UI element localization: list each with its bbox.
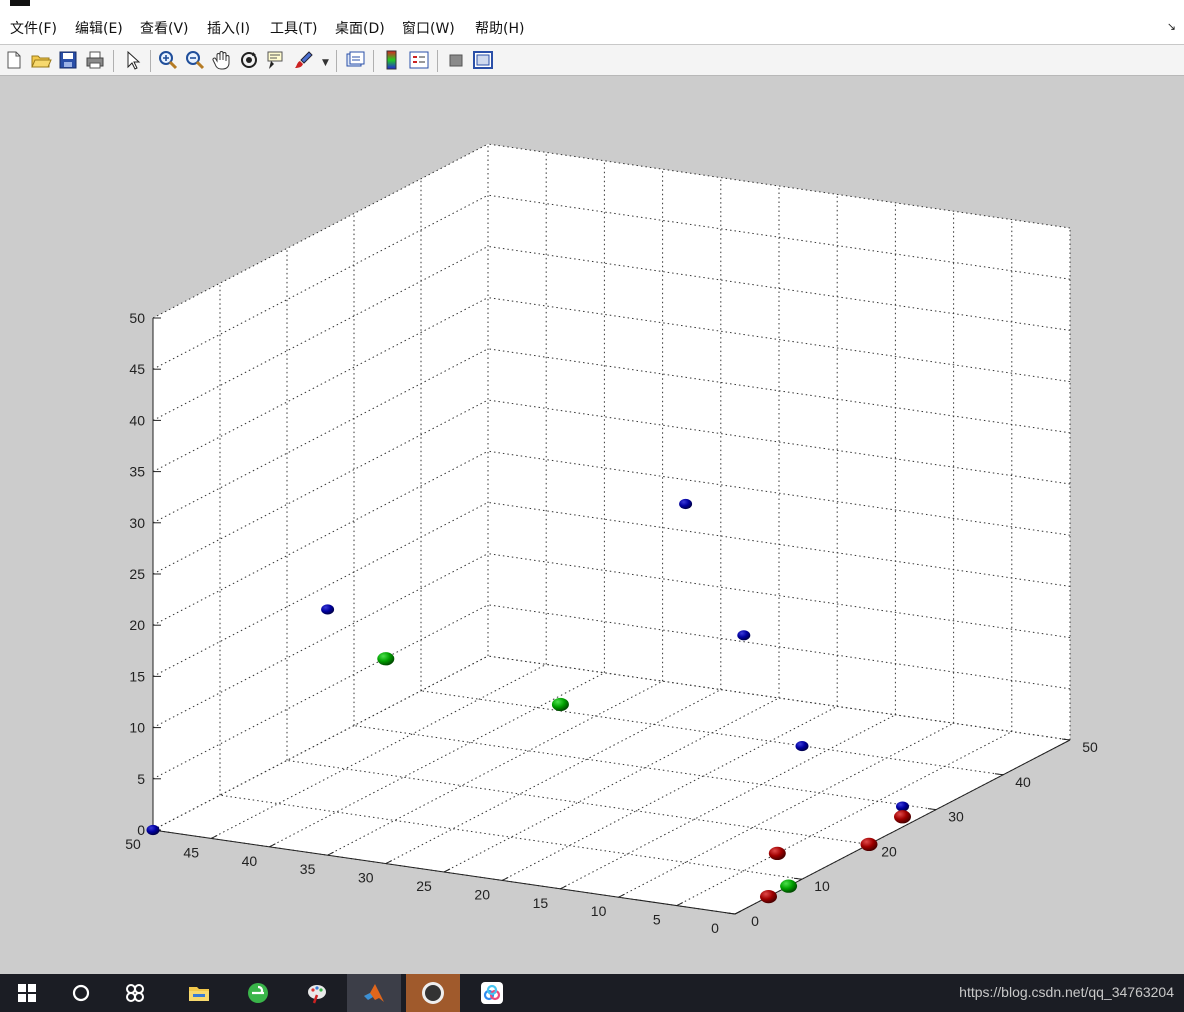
scatter-point — [760, 889, 777, 904]
y-tick-label: 40 — [1015, 774, 1031, 790]
toolbar-separator — [437, 50, 438, 72]
x-tick-label: 5 — [653, 912, 661, 928]
z-tick-label: 50 — [129, 310, 145, 326]
z-tick-label: 5 — [137, 771, 145, 787]
toolbar-separator — [113, 50, 114, 72]
hide-plot-tools-icon[interactable] — [445, 49, 467, 71]
scatter-point — [377, 652, 395, 666]
scatter-point — [737, 630, 751, 641]
z-tick-label: 40 — [129, 412, 145, 428]
axes-3d[interactable]: 0 5 10 15 20 25 30 35 40 45 50 0 5 10 15 20 25 30 35 40 45 50… — [0, 76, 1184, 974]
toolbar-separator — [336, 50, 337, 72]
brush-dropdown-icon[interactable]: ▼ — [322, 58, 329, 68]
menu-bar: 文件(F) 编辑(E) 查看(V) 插入(I) 工具(T) 桌面(D) 窗口(W… — [0, 10, 1184, 44]
x-tick-label: 30 — [358, 870, 374, 886]
menu-window[interactable]: 窗口(W) — [402, 18, 455, 38]
menu-help[interactable]: 帮助(H) — [475, 18, 524, 38]
z-tick-label: 45 — [129, 361, 145, 377]
browser-icon[interactable] — [231, 974, 285, 1012]
baidu-netdisk-icon[interactable] — [465, 974, 519, 1012]
user-avatar-icon[interactable] — [406, 974, 460, 1012]
x-tick-label: 35 — [300, 861, 316, 877]
x-tick-label: 20 — [474, 886, 490, 902]
x-tick-label: 0 — [711, 920, 719, 936]
scatter-point — [321, 604, 335, 615]
menu-file[interactable]: 文件(F) — [10, 18, 57, 38]
y-tick-label: 20 — [881, 843, 897, 859]
x-tick-label: 50 — [125, 836, 141, 852]
scatter-point — [679, 498, 693, 510]
scatter-point — [896, 801, 909, 812]
show-plot-tools-icon[interactable] — [472, 49, 494, 71]
task-view-icon[interactable] — [108, 974, 162, 1012]
legend-icon[interactable] — [408, 49, 430, 71]
y-tick-label: 30 — [948, 809, 964, 825]
figure-window-icon — [10, 0, 30, 6]
z-tick-label: 10 — [129, 720, 145, 736]
x-tick-label: 40 — [242, 853, 258, 869]
print-icon[interactable] — [84, 49, 106, 71]
toolbar-separator — [150, 50, 151, 72]
colorbar-icon[interactable] — [381, 49, 403, 71]
x-tick-label: 15 — [533, 895, 549, 911]
pan-hand-icon[interactable] — [211, 49, 233, 71]
figure-canvas[interactable]: 0 5 10 15 20 25 30 35 40 45 50 0 5 10 15 20 25 30 35 40 45 50… — [0, 76, 1184, 974]
file-explorer-icon[interactable] — [172, 974, 226, 1012]
figure-toolbar: ▼ — [0, 44, 1184, 76]
x-tick-label: 25 — [416, 878, 432, 894]
menu-tools[interactable]: 工具(T) — [270, 18, 317, 38]
scatter-point — [768, 846, 786, 861]
z-tick-label: 15 — [129, 668, 145, 684]
rotate-3d-icon[interactable] — [238, 49, 260, 71]
watermark-url: https://blog.csdn.net/qq_34763204 — [959, 984, 1174, 1000]
brush-icon[interactable] — [293, 49, 315, 71]
z-tick-label: 20 — [129, 617, 145, 633]
scatter-point — [860, 837, 878, 852]
z-tick-label: 25 — [129, 566, 145, 582]
menu-desktop[interactable]: 桌面(D) — [335, 18, 385, 38]
toolbar-separator — [373, 50, 374, 72]
z-tick-label: 30 — [129, 515, 145, 531]
new-figure-icon[interactable] — [3, 49, 25, 71]
zoom-out-icon[interactable] — [184, 49, 206, 71]
link-plot-icon[interactable] — [344, 49, 366, 71]
zoom-in-icon[interactable] — [157, 49, 179, 71]
edit-plot-arrow-icon[interactable] — [121, 49, 143, 71]
dock-arrow-icon[interactable]: ↘ — [1167, 20, 1176, 33]
menu-view[interactable]: 查看(V) — [140, 18, 189, 38]
data-cursor-icon[interactable] — [265, 49, 287, 71]
open-file-icon[interactable] — [30, 49, 52, 71]
x-tick-label: 45 — [183, 844, 199, 860]
z-tick-label: 35 — [129, 464, 145, 480]
windows-start-icon[interactable] — [0, 974, 54, 1012]
menu-insert[interactable]: 插入(I) — [207, 18, 250, 38]
cortana-search-icon[interactable] — [54, 974, 108, 1012]
y-tick-label: 50 — [1082, 739, 1098, 755]
scatter-point — [894, 810, 911, 824]
matlab-icon[interactable] — [347, 974, 401, 1012]
taskbar: https://blog.csdn.net/qq_34763204 — [0, 974, 1184, 1012]
menu-edit[interactable]: 编辑(E) — [75, 18, 123, 38]
y-tick-label: 10 — [814, 878, 830, 894]
scatter-point — [780, 879, 798, 893]
y-tick-label: 0 — [751, 913, 759, 929]
paint-icon[interactable] — [290, 974, 344, 1012]
x-tick-label: 10 — [591, 903, 607, 919]
save-icon[interactable] — [57, 49, 79, 71]
scatter-point — [551, 697, 569, 712]
title-bar — [0, 0, 1184, 10]
scatter-point — [795, 741, 809, 752]
scatter-point — [146, 824, 160, 836]
